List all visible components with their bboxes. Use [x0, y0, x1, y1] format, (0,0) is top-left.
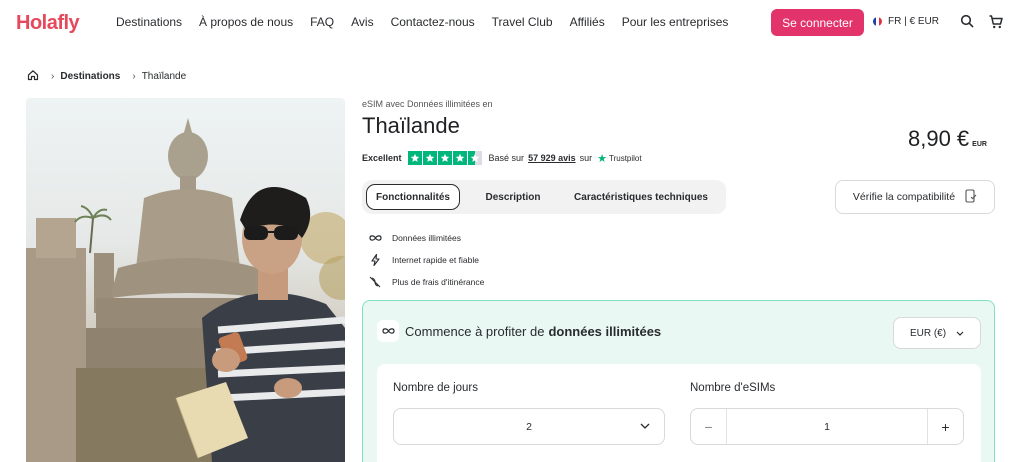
- trustpilot-rating: Excellent Basé sur 57 929 avis sur ★ Tru…: [362, 151, 642, 165]
- check-compatibility-button[interactable]: Vérifie la compatibilité: [835, 180, 995, 214]
- feature-label: Données illimitées: [392, 233, 461, 243]
- main-nav: Destinations À propos de nous FAQ Avis C…: [116, 15, 745, 29]
- star-icon: [437, 151, 452, 165]
- holafly-logo[interactable]: Holafly: [16, 11, 80, 35]
- france-flag-icon: [873, 17, 882, 26]
- currency-value: EUR (€): [909, 327, 947, 339]
- hero-image: [26, 98, 345, 462]
- esims-label: Nombre d'eSIMs: [690, 382, 776, 394]
- plan-card: Commence à profiter de données illimitée…: [362, 300, 995, 462]
- plan-heading-prefix: Commence à profiter de: [405, 323, 545, 339]
- breadcrumb-destinations[interactable]: Destinations: [60, 71, 120, 82]
- chevron-down-icon: [640, 420, 650, 432]
- star-icon: [422, 151, 437, 165]
- home-icon[interactable]: [27, 69, 39, 84]
- price-value: 8,90 €: [908, 126, 970, 151]
- days-value: 2: [526, 420, 532, 433]
- esims-stepper: − 1 +: [690, 408, 964, 445]
- site-header: Holafly Destinations À propos de nous FA…: [0, 0, 1024, 46]
- nav-reviews[interactable]: Avis: [351, 15, 373, 29]
- star-icon: [452, 151, 467, 165]
- feature-label: Plus de frais d'itinérance: [392, 277, 485, 287]
- nav-destinations[interactable]: Destinations: [116, 15, 182, 29]
- plan-options: Nombre de jours Nombre d'eSIMs 2 − 1 +: [377, 364, 981, 462]
- rating-label: Excellent: [362, 153, 402, 163]
- star-icon: [407, 151, 422, 165]
- breadcrumb-separator: ›: [132, 71, 136, 82]
- infinity-icon: [368, 231, 382, 245]
- no-roaming-icon: [368, 275, 382, 289]
- compat-label: Vérifie la compatibilité: [852, 191, 956, 203]
- tab-features[interactable]: Fonctionnalités: [366, 184, 460, 210]
- bolt-icon: [368, 253, 382, 267]
- reviews-link[interactable]: 57 929 avis: [528, 153, 576, 163]
- plan-heading-bold: données illimitées: [548, 323, 662, 339]
- currency-select[interactable]: EUR (€): [893, 317, 981, 349]
- nav-travel-club[interactable]: Travel Club: [492, 15, 553, 29]
- esims-value[interactable]: 1: [727, 421, 927, 433]
- trustpilot-label: Trustpilot: [609, 153, 642, 163]
- feature-label: Internet rapide et fiable: [392, 255, 479, 265]
- rating-stars: [407, 151, 482, 165]
- feature-list: Données illimitées Internet rapide et fi…: [368, 227, 484, 293]
- feature-item: Internet rapide et fiable: [368, 249, 484, 271]
- product-title: Thaïlande: [362, 113, 460, 138]
- tab-specifications[interactable]: Caractéristiques techniques: [566, 184, 716, 210]
- increment-button[interactable]: +: [927, 409, 963, 444]
- login-button[interactable]: Se connecter: [771, 9, 864, 36]
- feature-item: Données illimitées: [368, 227, 484, 249]
- price-unit: EUR: [972, 141, 987, 148]
- nav-affiliates[interactable]: Affiliés: [570, 15, 605, 29]
- product-subtitle: eSIM avec Données illimitées en: [362, 99, 493, 109]
- days-select[interactable]: 2: [393, 408, 665, 445]
- locale-selector[interactable]: FR | € EUR: [873, 16, 939, 27]
- breadcrumb: › Destinations › Thaïlande: [27, 69, 186, 84]
- logo-text: Holafly: [16, 11, 80, 34]
- locale-label: FR | € EUR: [888, 16, 939, 27]
- decrement-button[interactable]: −: [691, 409, 727, 444]
- phone-check-icon: [965, 188, 977, 206]
- infinity-icon: [377, 320, 399, 342]
- nav-contact[interactable]: Contactez-nous: [391, 15, 475, 29]
- tab-description[interactable]: Description: [460, 184, 566, 210]
- product-tabs: Fonctionnalités Description Caractéristi…: [362, 180, 726, 214]
- breadcrumb-current: Thaïlande: [141, 71, 187, 82]
- breadcrumb-separator: ›: [51, 71, 55, 82]
- rating-based-on: Basé sur: [488, 153, 525, 163]
- trustpilot-star-icon: ★: [597, 152, 607, 165]
- nav-about[interactable]: À propos de nous: [199, 15, 293, 29]
- product-price: 8,90 € EUR: [908, 126, 987, 152]
- cart-icon[interactable]: [988, 14, 1004, 30]
- nav-business[interactable]: Pour les entreprises: [622, 15, 729, 29]
- feature-item: Plus de frais d'itinérance: [368, 271, 484, 293]
- days-label: Nombre de jours: [393, 382, 479, 394]
- nav-faq[interactable]: FAQ: [310, 15, 334, 29]
- chevron-down-icon: [956, 328, 964, 339]
- rating-on: sur: [579, 153, 593, 163]
- half-star-icon: [467, 151, 482, 165]
- plan-heading: Commence à profiter de données illimitée…: [377, 320, 661, 342]
- search-icon[interactable]: [960, 14, 976, 30]
